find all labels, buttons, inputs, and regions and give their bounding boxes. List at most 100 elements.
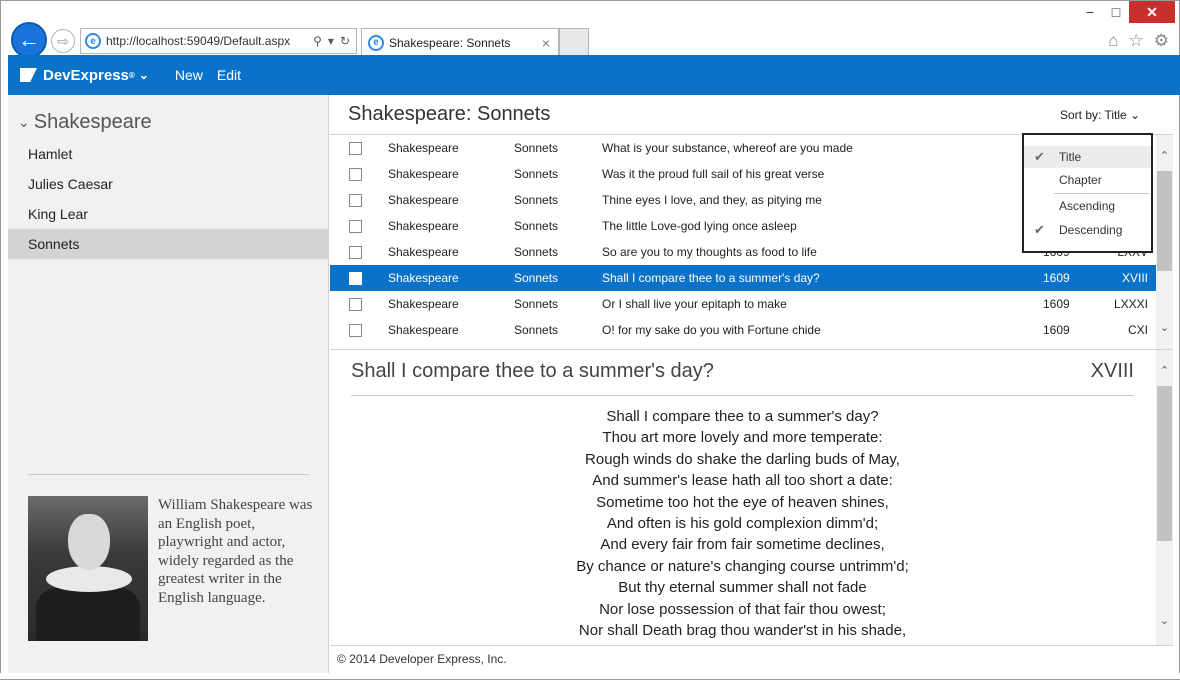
sort-option-label: Ascending <box>1059 199 1116 213</box>
sidebar-item-sonnets[interactable]: Sonnets <box>8 229 328 259</box>
favorites-icon[interactable]: ☆ <box>1129 31 1144 51</box>
browser-chrome: ← ⇨ e http://localhost:59049/Default.asp… <box>0 0 1180 58</box>
cell-author: Shakespeare <box>388 141 459 155</box>
sort-by-dropdown[interactable]: Sort by: Title ⌄ <box>1060 108 1140 122</box>
sort-option-title[interactable]: ✔ Title <box>1024 146 1151 168</box>
cell-year: 1609 <box>1043 323 1070 337</box>
poem-line: Shall I compare thee to a summer's day? <box>606 408 879 425</box>
home-icon[interactable]: ⌂ <box>1108 31 1118 51</box>
page-title: Shakespeare: Sonnets <box>348 103 551 125</box>
cell-book: Sonnets <box>514 271 559 285</box>
sort-option-chapter[interactable]: Chapter <box>1024 169 1151 191</box>
back-button[interactable]: ← <box>11 22 47 58</box>
address-bar[interactable]: e http://localhost:59049/Default.aspx ⚲ … <box>80 28 357 54</box>
browser-tab[interactable]: e Shakespeare: Sonnets × <box>361 28 559 56</box>
cell-year: 1609 <box>1043 271 1070 285</box>
menu-new[interactable]: New <box>175 67 203 83</box>
scroll-down-icon[interactable]: ⌄ <box>1156 321 1173 334</box>
cell-number: LXXXI <box>1113 297 1148 311</box>
sort-by-label: Sort by: Title <box>1060 108 1127 122</box>
window-frame <box>0 673 1180 680</box>
sort-option-label: Descending <box>1059 223 1123 237</box>
address-dropdown-icon[interactable]: ▾ <box>328 34 334 48</box>
devexpress-logo[interactable]: DevExpress ® ⌄ <box>20 67 149 84</box>
sort-option-descending[interactable]: ✔ Descending <box>1024 219 1151 241</box>
ie-icon: e <box>85 33 101 49</box>
poem-line: Nor shall Death brag thou wander'st in h… <box>578 622 907 640</box>
brand-mark: ® <box>128 70 135 80</box>
cell-book: Sonnets <box>514 141 559 155</box>
sidebar-divider <box>28 474 309 475</box>
scroll-down-icon[interactable]: ⌄ <box>1156 614 1173 627</box>
poem-line: But thy eternal summer shall not fade <box>618 579 867 597</box>
sort-option-label: Title <box>1059 150 1082 164</box>
row-checkbox[interactable] <box>349 297 362 311</box>
new-tab-button[interactable] <box>559 28 589 56</box>
detail-scrollbar[interactable]: ⌃ ⌄ <box>1156 350 1173 645</box>
cell-book: Sonnets <box>514 297 559 311</box>
tab-close-icon[interactable]: × <box>542 35 558 51</box>
cell-author: Shakespeare <box>388 245 459 259</box>
row-checkbox[interactable] <box>349 245 362 259</box>
scrollbar-thumb[interactable] <box>1157 171 1172 271</box>
sort-option-ascending[interactable]: Ascending <box>1024 195 1151 217</box>
row-checkbox[interactable] <box>349 167 362 181</box>
sort-option-label: Chapter <box>1059 173 1102 187</box>
scroll-up-icon[interactable]: ⌃ <box>1156 149 1173 162</box>
sidebar-item-hamlet[interactable]: Hamlet <box>8 139 328 169</box>
menu-edit[interactable]: Edit <box>217 67 241 83</box>
divider <box>351 395 1134 396</box>
poem-line: Nor lose possession of that fair thou ow… <box>599 600 886 618</box>
chevron-down-icon: ⌄ <box>1130 108 1141 122</box>
window-close-button[interactable]: ✕ <box>1129 1 1175 23</box>
detail-title: Shall I compare thee to a summer's day? <box>351 360 714 382</box>
window-frame <box>1173 95 1180 680</box>
maximize-button[interactable]: □ <box>1105 1 1127 23</box>
chevron-down-icon: ⌄ <box>138 68 149 82</box>
cell-title: So are you to my thoughts as food to lif… <box>602 245 817 259</box>
table-row[interactable]: Shakespeare Sonnets O! for my sake do yo… <box>330 317 1156 343</box>
refresh-icon[interactable]: ↻ <box>340 34 350 48</box>
search-icon[interactable]: ⚲ <box>313 34 322 48</box>
cell-number: CXI <box>1127 323 1148 337</box>
cell-title: O! for my sake do you with Fortune chide <box>602 323 821 337</box>
address-text[interactable]: http://localhost:59049/Default.aspx <box>106 34 313 48</box>
forward-button[interactable]: ⇨ <box>51 29 75 53</box>
table-row-selected[interactable]: Shakespeare Sonnets Shall I compare thee… <box>330 265 1156 291</box>
scrollbar-thumb[interactable] <box>1157 386 1172 541</box>
table-row[interactable]: Shakespeare Sonnets Or I shall live your… <box>330 291 1156 317</box>
row-checkbox[interactable] <box>349 323 362 337</box>
cell-title: Or I shall live your epitaph to make <box>602 297 787 311</box>
menu-separator <box>1054 193 1149 194</box>
check-icon: ✔ <box>1034 222 1045 237</box>
poem-line: And often is his gold complexion dimm'd; <box>606 515 879 533</box>
settings-icon[interactable]: ⚙ <box>1154 31 1169 51</box>
tab-title: Shakespeare: Sonnets <box>389 35 511 50</box>
grid-scrollbar[interactable]: ⌃ ⌄ <box>1156 135 1173 349</box>
cell-title: Shall I compare thee to a summer's day? <box>602 271 820 285</box>
row-checkbox[interactable] <box>349 193 362 207</box>
poem-line: Thou art more lovely and more temperate: <box>602 429 883 447</box>
scroll-up-icon[interactable]: ⌃ <box>1156 364 1173 377</box>
back-arrow-icon: ← <box>18 27 40 52</box>
sidebar-header[interactable]: ⌄ Shakespeare <box>8 95 328 139</box>
row-checkbox[interactable] <box>349 219 362 233</box>
minimize-button[interactable]: − <box>1079 1 1101 23</box>
cell-author: Shakespeare <box>388 167 459 181</box>
cell-book: Sonnets <box>514 167 559 181</box>
cell-author: Shakespeare <box>388 219 459 233</box>
cell-book: Sonnets <box>514 245 559 259</box>
cell-book: Sonnets <box>514 219 559 233</box>
cell-author: Shakespeare <box>388 193 459 207</box>
sidebar-item-julius-caesar[interactable]: Julies Caesar <box>8 169 328 199</box>
poem-text: Shall I compare thee to a summer's day? … <box>351 406 1134 641</box>
sidebar-item-king-lear[interactable]: King Lear <box>8 199 328 229</box>
cell-author: Shakespeare <box>388 323 459 337</box>
row-checkbox[interactable] <box>349 141 362 155</box>
cell-book: Sonnets <box>514 193 559 207</box>
row-checkbox[interactable] <box>349 271 362 285</box>
cell-title: Was it the proud full sail of his great … <box>602 167 825 181</box>
poem-line: And summer's lease hath all too short a … <box>592 472 893 490</box>
poem-line: Sometime too hot the eye of heaven shine… <box>596 493 889 511</box>
devexpress-logo-icon <box>20 68 37 82</box>
